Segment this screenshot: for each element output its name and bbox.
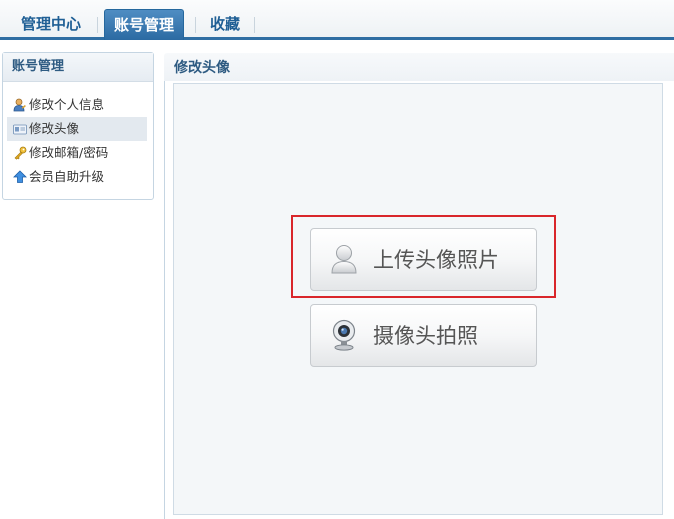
- sidebar-title: 账号管理: [3, 53, 153, 82]
- top-tab-bar: 管理中心 账号管理 收藏: [0, 0, 674, 40]
- user-edit-icon: [13, 98, 26, 112]
- sidebar-item-label: 会员自助升级: [29, 169, 105, 184]
- sidebar-menu: 修改个人信息 修改头像 修改邮箱/密码 会员自助升级: [7, 93, 147, 189]
- tab-separator: [195, 17, 196, 33]
- sidebar-item-label: 修改头像: [29, 121, 80, 136]
- sidebar: 账号管理 修改个人信息 修改头像 修改邮箱/密码 会员自助升级: [2, 52, 154, 200]
- sidebar-item-edit-email-password[interactable]: 修改邮箱/密码: [7, 141, 147, 165]
- sidebar-item-member-upgrade[interactable]: 会员自助升级: [7, 165, 147, 189]
- tab-separator: [254, 17, 255, 33]
- avatar-content-area: [173, 83, 663, 515]
- sidebar-item-label: 修改邮箱/密码: [29, 145, 109, 160]
- page-title: 修改头像: [164, 53, 674, 81]
- camera-photo-label: 摄像头拍照: [373, 324, 478, 348]
- key-icon: [14, 146, 27, 160]
- tab-account-management[interactable]: 账号管理: [104, 9, 184, 40]
- tab-favorites[interactable]: 收藏: [202, 9, 248, 40]
- sidebar-item-label: 修改个人信息: [29, 97, 105, 112]
- tab-separator: [97, 17, 98, 33]
- highlight-box: [291, 215, 556, 298]
- sidebar-item-edit-profile[interactable]: 修改个人信息: [7, 93, 147, 117]
- webcam-icon: [332, 319, 356, 351]
- sidebar-item-edit-avatar[interactable]: 修改头像: [7, 117, 147, 141]
- camera-photo-button[interactable]: 摄像头拍照: [310, 304, 537, 367]
- id-card-icon: [13, 124, 27, 135]
- upgrade-arrow-icon: [13, 170, 27, 183]
- tab-management-center[interactable]: 管理中心: [12, 9, 90, 40]
